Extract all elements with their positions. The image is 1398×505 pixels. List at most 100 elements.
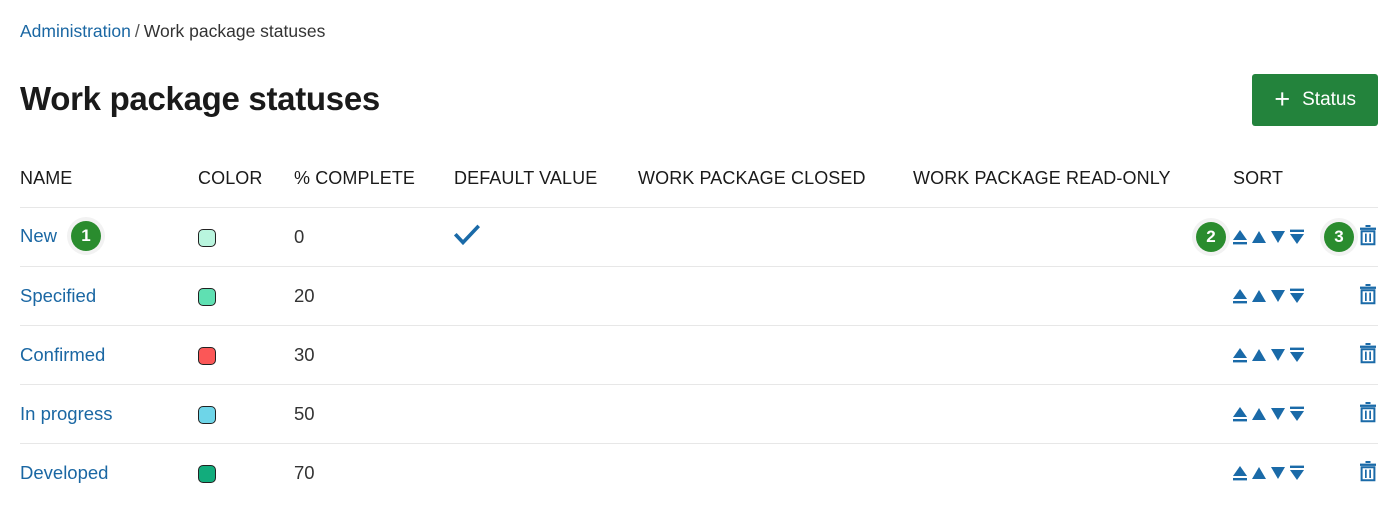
add-status-button[interactable]: + Status (1252, 74, 1378, 126)
work-package-closed-cell (638, 384, 913, 444)
delete-button[interactable] (1358, 342, 1378, 369)
status-color-cell (198, 266, 294, 326)
sort-cell (1231, 266, 1378, 326)
default-value-cell (454, 384, 638, 444)
move-to-top-icon[interactable] (1231, 286, 1249, 306)
breadcrumb: Administration / Work package statuses (20, 18, 325, 44)
move-to-top-icon[interactable] (1231, 345, 1249, 365)
status-name-link[interactable]: In progress (20, 403, 113, 424)
color-swatch (198, 347, 216, 366)
move-up-icon[interactable] (1250, 463, 1268, 483)
table-row: New 1 0 2 3 (20, 207, 1378, 267)
delete-button[interactable] (1358, 224, 1378, 251)
move-up-icon[interactable] (1250, 404, 1268, 424)
table-body: New 1 0 2 3 Specified 20 Confirmed 30 In progress… (20, 207, 1378, 503)
default-value-cell (453, 207, 638, 267)
delete-cell (1358, 401, 1378, 428)
annotation-badge-2: 2 (1196, 222, 1226, 252)
work-package-read-only-cell (913, 325, 1233, 385)
status-name-cell: In progress (20, 384, 198, 444)
move-to-bottom-icon[interactable] (1288, 345, 1306, 365)
percent-complete-value: 20 (294, 266, 454, 326)
move-to-bottom-icon[interactable] (1288, 404, 1306, 424)
table-row: In progress 50 (20, 384, 1378, 444)
color-swatch (198, 229, 216, 248)
default-value-cell (454, 266, 638, 326)
move-up-icon[interactable] (1250, 345, 1268, 365)
admin-work-package-statuses-page: Administration / Work package statuses Wor… (0, 0, 1398, 505)
annotation-badge-1: 1 (71, 221, 102, 251)
breadcrumb-link-administration[interactable]: Administration (20, 21, 131, 41)
percent-complete-value: 70 (294, 443, 454, 503)
status-name-link[interactable]: Specified (20, 285, 96, 306)
status-name-cell: Developed (20, 443, 198, 503)
column-header-work-package-read-only: WORK PACKAGE READ-ONLY (913, 168, 1171, 188)
sort-cell: 23 (1196, 207, 1378, 267)
column-header-name: NAME (20, 168, 73, 188)
status-name-cell: Specified (20, 266, 198, 326)
move-up-icon[interactable] (1250, 227, 1268, 247)
column-header-sort: SORT (1233, 168, 1284, 188)
sort-controls: 2 (1196, 222, 1306, 252)
status-name-link[interactable]: Developed (20, 462, 108, 483)
table-header: NAME COLOR % COMPLETE DEFAULT VALUE WORK… (20, 168, 1378, 208)
breadcrumb-current: Work package statuses (143, 21, 326, 41)
sort-controls (1231, 463, 1306, 483)
status-name-cell: Confirmed (20, 325, 198, 385)
sort-controls (1231, 345, 1306, 365)
work-package-closed-cell (638, 266, 913, 326)
delete-cell: 3 (1324, 222, 1378, 252)
sort-controls (1231, 286, 1306, 306)
work-package-read-only-cell (913, 207, 1233, 267)
work-package-closed-cell (638, 325, 913, 385)
page-title: Work package statuses (20, 80, 380, 117)
add-status-button-label: Status (1302, 89, 1356, 110)
sort-cell (1231, 384, 1378, 444)
status-color-cell (198, 384, 294, 444)
move-to-bottom-icon[interactable] (1288, 463, 1306, 483)
move-to-bottom-icon[interactable] (1288, 286, 1306, 306)
sort-controls (1231, 404, 1306, 424)
table-row: Confirmed 30 (20, 325, 1378, 385)
delete-button[interactable] (1358, 401, 1378, 428)
delete-cell (1358, 460, 1378, 487)
plus-icon: + (1274, 83, 1291, 114)
move-down-icon[interactable] (1269, 345, 1287, 365)
sort-cell (1231, 325, 1378, 385)
work-package-read-only-cell (913, 443, 1233, 503)
work-package-read-only-cell (913, 266, 1233, 326)
sort-cell (1231, 443, 1378, 503)
status-color-cell (198, 207, 294, 267)
move-to-top-icon[interactable] (1231, 463, 1249, 483)
move-down-icon[interactable] (1269, 286, 1287, 306)
delete-button[interactable] (1358, 460, 1378, 487)
check-icon (453, 224, 481, 250)
percent-complete-value: 30 (294, 325, 454, 385)
column-header-color: COLOR (198, 168, 263, 188)
move-down-icon[interactable] (1269, 463, 1287, 483)
move-down-icon[interactable] (1269, 404, 1287, 424)
status-name-link[interactable]: Confirmed (20, 344, 105, 365)
column-header-work-package-closed: WORK PACKAGE CLOSED (638, 168, 866, 188)
statuses-table: NAME COLOR % COMPLETE DEFAULT VALUE WORK… (20, 168, 1378, 503)
table-header-row: NAME COLOR % COMPLETE DEFAULT VALUE WORK… (20, 168, 1378, 208)
column-header-default-value: DEFAULT VALUE (454, 168, 598, 188)
color-swatch (198, 406, 216, 425)
move-to-top-icon[interactable] (1231, 227, 1249, 247)
move-to-top-icon[interactable] (1231, 404, 1249, 424)
color-swatch (198, 288, 216, 307)
column-header-percent-complete: % COMPLETE (294, 168, 416, 188)
table-row: Specified 20 (20, 266, 1378, 326)
move-to-bottom-icon[interactable] (1288, 227, 1306, 247)
delete-button[interactable] (1358, 283, 1378, 310)
breadcrumb-separator: / (134, 21, 140, 41)
default-value-cell (454, 325, 638, 385)
delete-cell (1358, 283, 1378, 310)
percent-complete-value: 0 (294, 207, 454, 267)
delete-cell (1358, 342, 1378, 369)
move-down-icon[interactable] (1269, 227, 1287, 247)
percent-complete-value: 50 (294, 384, 454, 444)
move-up-icon[interactable] (1250, 286, 1268, 306)
table-row: Developed 70 (20, 443, 1378, 503)
status-name-link[interactable]: New (20, 225, 57, 246)
